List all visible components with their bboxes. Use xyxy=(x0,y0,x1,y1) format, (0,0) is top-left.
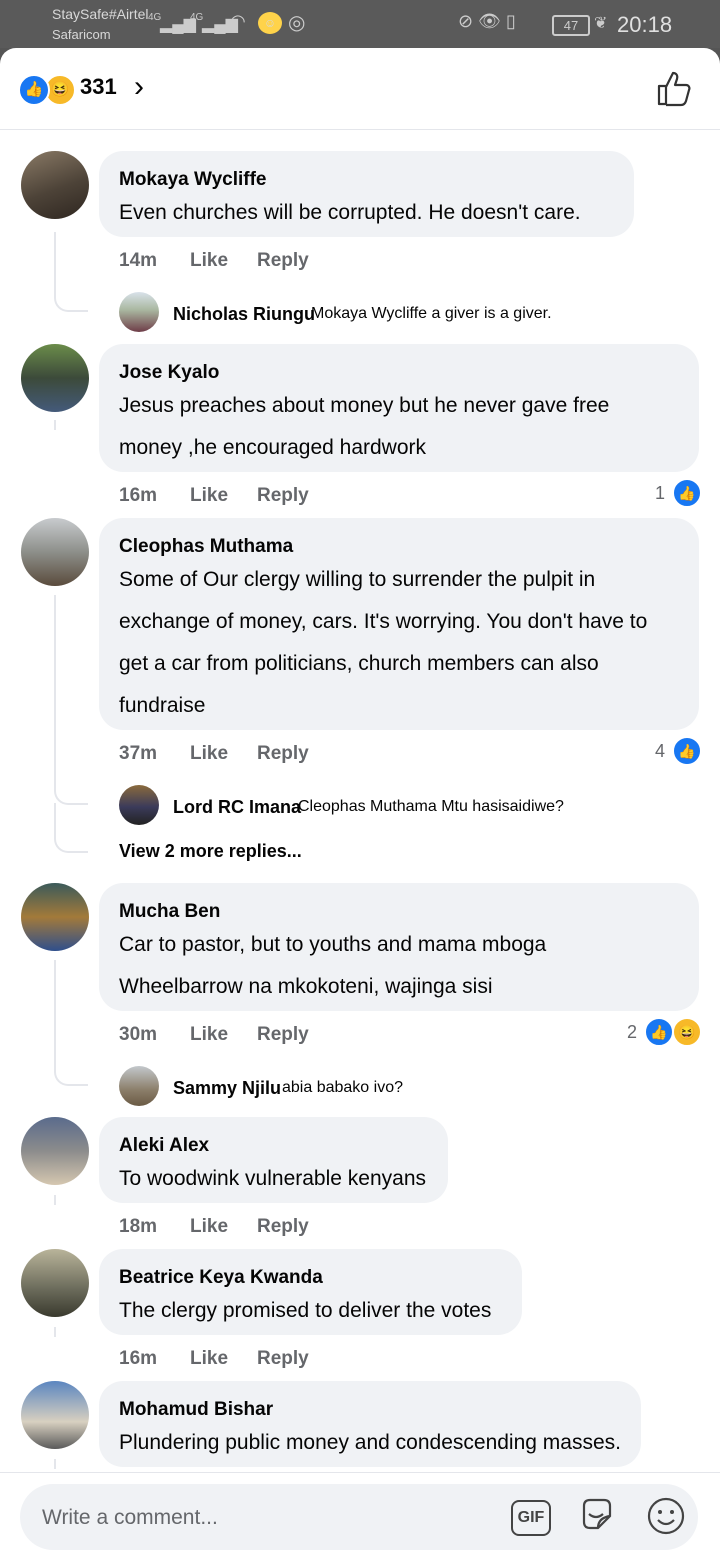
avatar[interactable] xyxy=(21,1117,89,1185)
leaf-icon: ❦ xyxy=(594,15,608,32)
clock: 20:18 xyxy=(617,12,673,37)
comments-sheet: 👍 😆 331 › Mokaya Wycliffe Even churches … xyxy=(0,48,720,1560)
thread-connector xyxy=(54,595,88,805)
avatar[interactable] xyxy=(21,883,89,951)
comment-time: 16m xyxy=(119,1348,158,1369)
comment-bubble: Beatrice Keya Kwanda The clergy promised… xyxy=(99,1249,522,1335)
like-button[interactable]: Like xyxy=(190,250,228,272)
comment-author[interactable]: Mokaya Wycliffe xyxy=(119,169,266,191)
reply-author[interactable]: Lord RC Imana xyxy=(173,797,301,818)
avatar[interactable] xyxy=(21,1249,89,1317)
comment-author[interactable]: Beatrice Keya Kwanda xyxy=(119,1267,323,1289)
reply-button[interactable]: Reply xyxy=(257,743,309,765)
signal-bars-icon: ▂▄▆ xyxy=(160,16,196,33)
carrier-airtel: StaySafe#Airtel xyxy=(52,6,149,22)
view-more-replies-link[interactable]: View 2 more replies... xyxy=(119,841,302,862)
avatar[interactable] xyxy=(119,785,159,825)
sticker-icon[interactable] xyxy=(578,1496,616,1534)
emoji-icon[interactable] xyxy=(646,1496,686,1536)
reply-text: Mokaya Wycliffe a giver is a giver. xyxy=(311,305,552,322)
like-button[interactable]: Like xyxy=(190,1024,228,1046)
comment-text: Some of Our clergy willing to surrender … xyxy=(119,568,648,717)
avatar[interactable] xyxy=(119,292,159,332)
reaction-count: 1 xyxy=(655,483,666,503)
whatsapp-icon: ◎ xyxy=(288,12,306,34)
comment-author[interactable]: Cleophas Muthama xyxy=(119,536,293,558)
comment-text: Even churches will be corrupted. He does… xyxy=(119,201,581,224)
comment-author[interactable]: Mohamud Bishar xyxy=(119,1399,273,1421)
thread-connector xyxy=(54,803,88,853)
avatar[interactable] xyxy=(21,1381,89,1449)
reply-button[interactable]: Reply xyxy=(257,1216,309,1238)
reply-button[interactable]: Reply xyxy=(257,1348,309,1370)
carrier-safaricom: Safaricom xyxy=(52,27,111,42)
reply-text: abia babako ivo? xyxy=(282,1079,403,1096)
comment-input[interactable] xyxy=(40,1502,484,1534)
reaction-count: 2 xyxy=(627,1022,638,1042)
haha-reaction-icon: 😆 xyxy=(672,1017,702,1047)
like-button[interactable]: Like xyxy=(190,743,228,765)
comment-text: Plundering public money and condescendin… xyxy=(119,1431,621,1454)
reply-button[interactable]: Reply xyxy=(257,1024,309,1046)
comment-author[interactable]: Mucha Ben xyxy=(119,901,220,923)
notification-emoji-icon: ☺ xyxy=(258,12,282,34)
comment-bubble: Mucha Ben Car to pastor, but to youths a… xyxy=(99,883,699,1011)
comment-text: Car to pastor, but to youths and mama mb… xyxy=(119,933,547,998)
avatar[interactable] xyxy=(119,1066,159,1106)
wifi-icon: ◠ xyxy=(230,11,246,31)
avatar[interactable] xyxy=(21,151,89,219)
reply-author[interactable]: Sammy Njilu xyxy=(173,1078,281,1099)
thumbs-up-icon[interactable] xyxy=(655,68,695,108)
avatar[interactable] xyxy=(21,518,89,586)
comment-text: Jesus preaches about money but he never … xyxy=(119,394,610,459)
comment-time: 37m xyxy=(119,743,158,764)
reaction-count: 331 xyxy=(80,74,117,99)
reply-text: Cleophas Muthama Mtu hasisaidiwe? xyxy=(298,798,564,815)
like-button[interactable]: Like xyxy=(190,1348,228,1370)
like-button[interactable]: Like xyxy=(190,485,228,507)
comment-time: 14m xyxy=(119,250,158,271)
battery-icon: 47 xyxy=(552,15,590,36)
comment-text: The clergy promised to deliver the votes xyxy=(119,1299,492,1322)
comment-bubble: Jose Kyalo Jesus preaches about money bu… xyxy=(99,344,699,472)
comment-time: 30m xyxy=(119,1024,158,1045)
thread-line xyxy=(54,1195,56,1205)
comment-bubble: Mokaya Wycliffe Even churches will be co… xyxy=(99,151,634,237)
chevron-right-icon[interactable]: › xyxy=(134,70,144,104)
comment-author[interactable]: Jose Kyalo xyxy=(119,362,219,384)
comment-bubble: Aleki Alex To woodwink vulnerable kenyan… xyxy=(99,1117,448,1203)
status-icons: ⊘ 👁 ▯ xyxy=(458,11,516,31)
reply-button[interactable]: Reply xyxy=(257,250,309,272)
comment-bubble: Cleophas Muthama Some of Our clergy will… xyxy=(99,518,699,730)
reactions-header[interactable]: 👍 😆 331 › xyxy=(0,48,720,130)
gif-button[interactable]: GIF xyxy=(511,1500,551,1536)
comment-author[interactable]: Aleki Alex xyxy=(119,1135,209,1157)
comment-time: 16m xyxy=(119,485,158,506)
comment-composer: GIF xyxy=(0,1472,720,1560)
thread-line xyxy=(54,1327,56,1337)
reaction-count: 4 xyxy=(655,741,666,761)
like-reaction-icon: 👍 xyxy=(672,736,702,766)
like-reaction-icon: 👍 xyxy=(672,478,702,508)
reply-author[interactable]: Nicholas Riungu xyxy=(173,304,315,325)
thread-line xyxy=(54,1459,56,1469)
thread-connector xyxy=(54,960,88,1086)
comment-bubble: Mohamud Bishar Plundering public money a… xyxy=(99,1381,641,1467)
reply-button[interactable]: Reply xyxy=(257,485,309,507)
status-bar: StaySafe#Airtel Safaricom 4G 4G ▂▄▆ ▂▄▆ … xyxy=(0,0,720,48)
thread-line xyxy=(54,420,56,430)
like-button[interactable]: Like xyxy=(190,1216,228,1238)
comment-text: To woodwink vulnerable kenyans xyxy=(119,1167,427,1190)
like-reaction-icon: 👍 xyxy=(18,74,50,106)
comment-input-wrapper: GIF xyxy=(20,1484,698,1550)
avatar[interactable] xyxy=(21,344,89,412)
comment-time: 18m xyxy=(119,1216,158,1237)
thread-connector xyxy=(54,232,88,312)
like-reaction-icon: 👍 xyxy=(644,1017,674,1047)
